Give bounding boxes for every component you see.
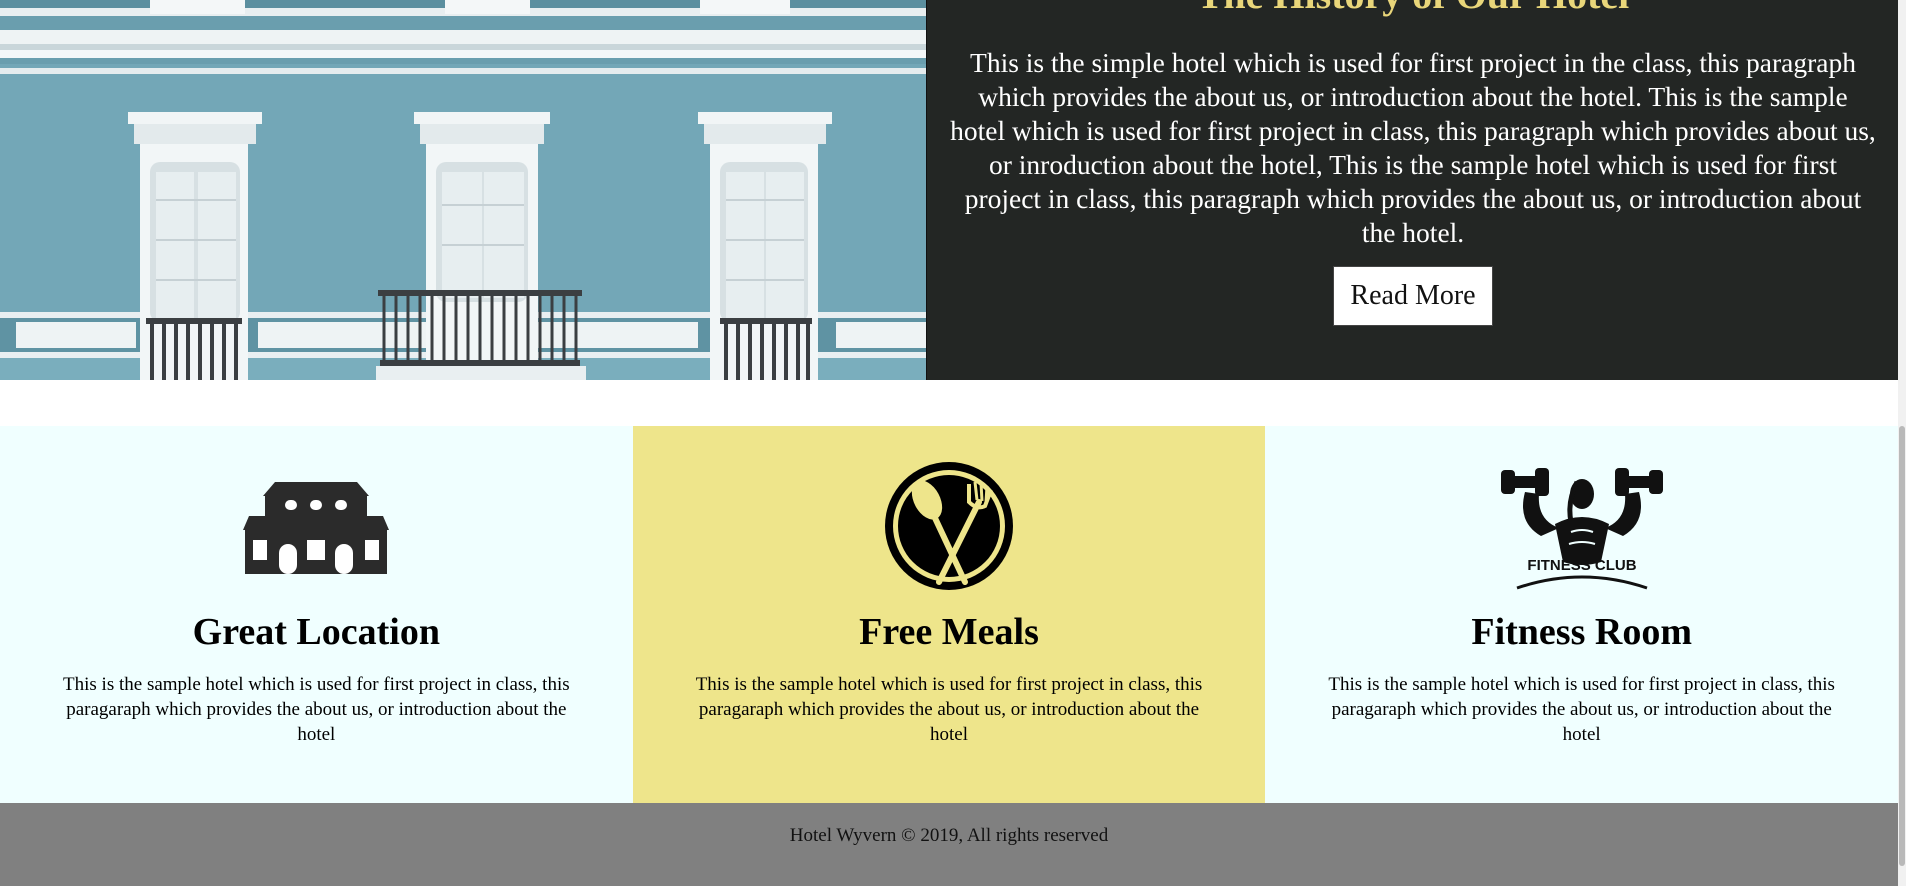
scrollbar-thumb[interactable] [1899,426,1905,866]
spoon-fork-icon [859,462,1039,590]
fitness-club-icon: FITNESS CLUB [1492,462,1672,590]
about-section: The History of Our Hotel This is the sim… [926,0,1899,380]
feature-fitness-room: FITNESS CLUB Fitness Room This is the sa… [1265,426,1899,803]
features-section: Great Location This is the sample hotel … [0,426,1899,803]
footer-copyright: Hotel Wyvern © 2019, All rights reserved [789,825,1109,846]
feature-title: Fitness Room [1471,611,1692,653]
feature-great-location: Great Location This is the sample hotel … [0,426,633,803]
page-scrollbar[interactable] [1898,0,1906,886]
feature-free-meals: Free Meals This is the sample hotel whic… [632,426,1266,803]
hotel-building-image [0,0,926,380]
hotel-building-icon [226,462,406,590]
feature-description: This is the sample hotel which is used f… [63,674,570,745]
feature-title: Great Location [192,611,440,653]
about-heading: The History of Our Hotel [927,0,1899,15]
feature-title: Free Meals [859,611,1039,653]
feature-description: This is the sample hotel which is used f… [1328,674,1835,745]
fitness-club-label: FITNESS CLUB [1527,557,1636,574]
read-more-button[interactable]: Read More [1333,266,1493,326]
footer: Hotel Wyvern © 2019, All rights reserved [0,803,1898,886]
about-paragraph: This is the simple hotel which is used f… [950,47,1876,248]
feature-description: This is the sample hotel which is used f… [695,674,1203,745]
